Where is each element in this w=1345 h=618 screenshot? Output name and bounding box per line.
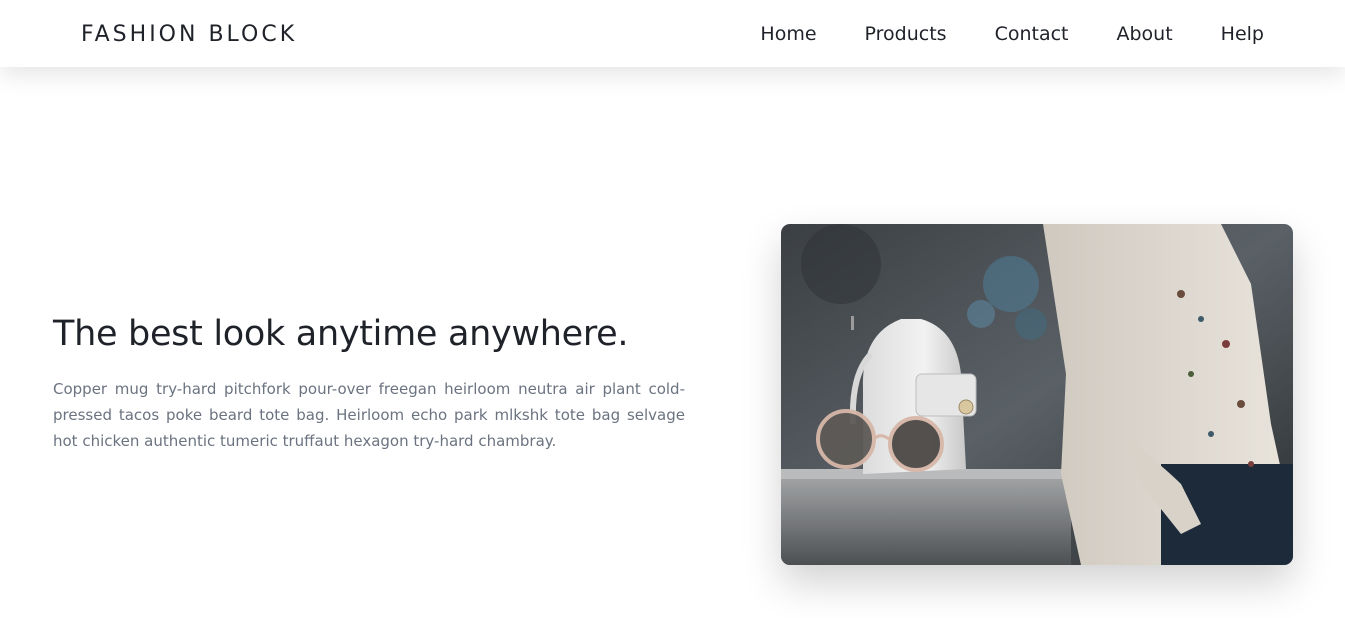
main-nav: Home Products Contact About Help (712, 20, 1264, 48)
hero-description: Copper mug try-hard pitchfork pour-over … (53, 380, 685, 450)
nav-products[interactable]: Products (865, 20, 947, 48)
hero-title: The best look anytime anywhere. (53, 314, 629, 354)
nav-contact[interactable]: Contact (995, 20, 1069, 48)
hero-section: The best look anytime anywhere. Copper m… (53, 312, 685, 454)
nav-about[interactable]: About (1116, 20, 1172, 48)
nav-help[interactable]: Help (1221, 20, 1264, 48)
hero-image (781, 224, 1293, 565)
navbar: FASHION BLOCK Home Products Contact Abou… (0, 0, 1345, 67)
nav-home[interactable]: Home (760, 20, 816, 48)
brand-logo[interactable]: FASHION BLOCK (81, 20, 297, 50)
